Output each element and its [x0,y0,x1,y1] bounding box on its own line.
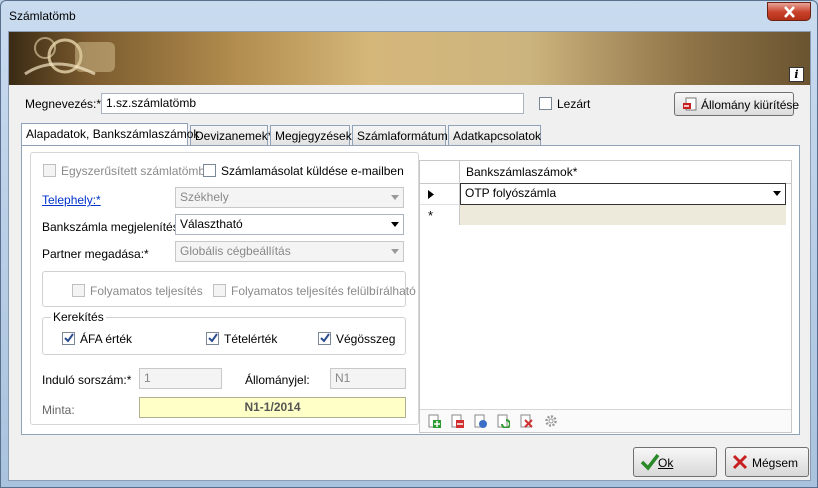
dialog-window: Számlatömb i Megnevezés:* 1.sz.számlatöm… [0,0,818,488]
new-row-marker: * [428,208,434,223]
site-value: Székhely [180,190,229,204]
close-icon [732,454,748,470]
close-icon [784,6,795,18]
current-row-arrow-icon [428,190,434,199]
chevron-down-icon [391,222,399,227]
tab-label: Megjegyzések [275,129,352,143]
continuous-group: Folyamatos teljesítés Folyamatos teljesí… [42,271,416,307]
bank-display-value: Választható [180,217,243,231]
file-mark-label: Állományjel: [245,373,310,387]
file-mark-input[interactable]: N1 [330,368,406,389]
simplified-checkbox[interactable] [43,164,56,177]
ok-button[interactable]: Ok [633,447,717,477]
afa-checkbox[interactable] [62,332,75,345]
refresh-row-icon[interactable] [496,414,510,428]
info-icon[interactable]: i [789,67,804,82]
email-copy-checkbox[interactable] [203,164,216,177]
tab-strip: Alapadatok, Bankszámlaszámok Devizanemek… [21,123,541,147]
lezart-label: Lezárt [557,97,591,111]
new-row-indicator[interactable]: * [420,205,460,225]
chevron-down-icon [391,249,399,254]
lezart-checkbox[interactable] [539,97,552,110]
start-number-label: Induló sorszám:* [42,373,132,387]
partner-label: Partner megadása:* [42,247,149,261]
checkmark-icon [320,333,330,343]
partner-select[interactable]: Globális cégbeállítás [175,241,404,262]
header-banner: i [9,32,810,85]
tab-devizanemek[interactable]: Devizanemek* [190,125,272,145]
site-select[interactable]: Székhely [175,187,404,208]
bank-accounts-grid: Bankszámlaszámok* OTP folyószámla * [419,160,792,433]
name-label: Megnevezés:* [25,97,102,111]
item-value-checkbox[interactable] [206,332,219,345]
simplified-label: Egyszerűsített számlatömb [61,164,206,178]
ok-label: Ok [658,456,674,470]
close-button[interactable] [767,2,811,21]
name-input[interactable]: 1.sz.számlatömb [101,93,524,114]
item-value-label: Tételérték [224,332,278,346]
table-row[interactable]: OTP folyószámla [460,183,786,205]
clear-file-button[interactable]: Állomány kiürítése [674,92,799,116]
grid-toolbar [420,409,791,432]
site-link[interactable]: Telephely:* [42,193,101,207]
start-number-input[interactable]: 1 [139,368,222,389]
column-header-bank-accounts[interactable]: Bankszámlaszámok* [466,165,577,179]
tab-szamlaformatum[interactable]: Számlaformátum [352,125,448,145]
continuous-label: Folyamatos teljesítés [90,284,203,298]
bank-display-label: Bankszámla megjelenítés:* [42,220,187,234]
grid-header: Bankszámlaszámok* [420,161,791,184]
tab-label: Alapadatok, Bankszámlaszámok [26,127,200,141]
sample-label: Minta: [42,403,75,417]
chevron-down-icon [391,195,399,200]
checkmark-icon [208,333,218,343]
chevron-down-icon [773,191,781,196]
email-copy-label: Számlamásolat küldése e-mailben [221,164,404,178]
tab-megjegyzesek[interactable]: Megjegyzések [270,125,352,145]
window-title: Számlatömb [9,9,76,23]
total-checkbox[interactable] [318,332,331,345]
rounding-group: Kerekítés ÁFA érték Tételérték Végösszeg [42,310,406,355]
clear-file-label: Állomány kiürítése [701,98,800,112]
row-indicator-header [420,161,460,183]
tab-adatkapcsolatok[interactable]: Adatkapcsolatok [448,125,541,145]
checkmark-icon [640,453,660,471]
new-row[interactable] [460,205,786,225]
title-bar[interactable]: Számlatömb [1,1,817,31]
gear-icon[interactable] [544,414,558,428]
settings-panel: Egyszerűsített számlatömb Számlamásolat … [30,152,419,425]
cancel-button[interactable]: Mégsem [725,447,809,477]
afa-label: ÁFA érték [80,332,133,346]
tab-label: Adatkapcsolatok [453,129,542,143]
clear-file-icon [683,97,697,111]
tab-alapadatok[interactable]: Alapadatok, Bankszámlaszámok [21,123,199,145]
partner-value: Globális cégbeállítás [180,244,291,258]
tab-label: Devizanemek* [195,129,273,143]
add-row-icon[interactable] [427,414,441,428]
continuous-override-label: Folyamatos teljesítés felülbírálható [231,284,416,298]
continuous-override-checkbox[interactable] [213,284,226,297]
tab-page-alapadatok: Egyszerűsített számlatömb Számlamásolat … [21,145,800,435]
logo-icon [24,37,115,76]
remove-row-icon[interactable] [450,414,464,428]
total-label: Végösszeg [336,332,396,346]
checkmark-icon [64,333,74,343]
rounding-title: Kerekítés [51,310,106,324]
sample-value: N1-1/2014 [139,397,406,418]
move-row-icon[interactable] [473,414,487,428]
row-indicator[interactable] [420,183,460,205]
bank-display-select[interactable]: Választható [175,214,404,235]
delete-row-icon[interactable] [519,414,533,428]
continuous-checkbox[interactable] [72,284,85,297]
dialog-client: i Megnevezés:* 1.sz.számlatömb Lezárt Ál… [8,31,811,481]
cancel-label: Mégsem [752,456,799,470]
bank-account-cell: OTP folyószámla [465,186,557,200]
tab-label: Számlaformátum [357,129,448,143]
